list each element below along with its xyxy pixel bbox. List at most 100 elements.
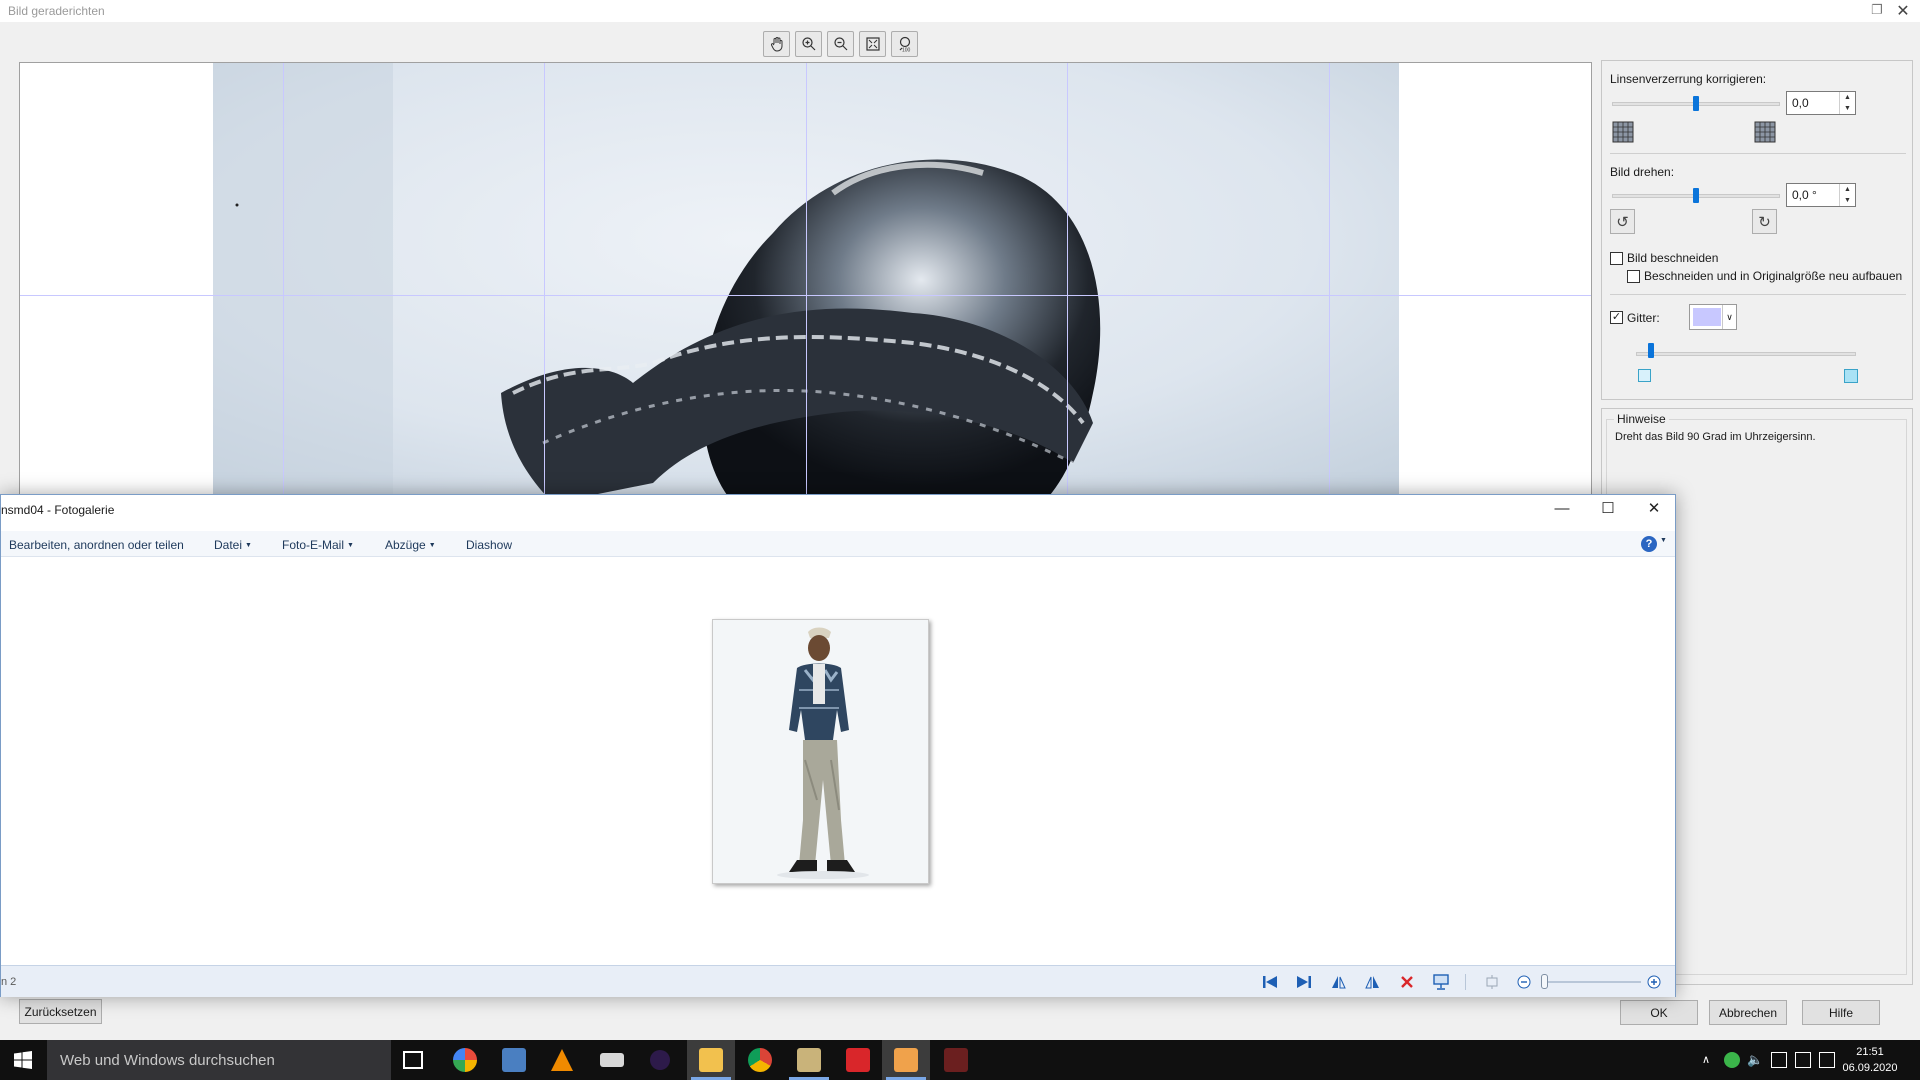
menu-photo-email[interactable]: Foto-E-Mail ▼ [282,538,354,552]
zoom-slider-thumb[interactable] [1541,974,1548,989]
zoom-out-button[interactable] [827,31,854,57]
grid-checkbox[interactable]: ✓ [1610,311,1623,324]
close-icon[interactable]: ✕ [1894,1,1912,20]
zoom-plus-icon [1647,975,1661,989]
menu-prints[interactable]: Abzüge ▼ [385,538,436,552]
photo-thumbnail [713,620,928,883]
menu-slideshow[interactable]: Diashow [466,538,512,552]
fit-icon [1486,975,1498,989]
photo-gallery-taskbar-icon[interactable] [797,1048,821,1072]
zoom-out-gallery-button[interactable] [1514,972,1534,992]
search-placeholder: Web und Windows durchsuchen [60,1052,275,1069]
grid-size-slider[interactable] [1636,352,1856,356]
grid-line [1067,63,1068,501]
barrel-distortion-icon[interactable] [1610,119,1635,144]
photos-app-icon[interactable] [453,1048,477,1072]
rotate-left-button[interactable]: ↺ [1610,209,1635,234]
volume-icon[interactable]: 🔈 [1747,1052,1763,1068]
gallery-title: nsmd04 - Fotogalerie [1,503,115,517]
minimize-icon[interactable]: — [1539,495,1585,525]
chrome-icon[interactable] [748,1048,772,1072]
scanner-icon[interactable] [600,1053,624,1067]
rotate-ccw-icon: ↺ [1616,213,1629,231]
rotate-right-gallery-button[interactable] [1363,972,1383,992]
pincushion-distortion-icon[interactable] [1752,119,1777,144]
security-shield-icon[interactable] [1724,1052,1740,1068]
crop-checkbox[interactable] [1610,252,1623,265]
crop-rebuild-label: Beschneiden und in Originalgröße neu auf… [1644,269,1903,283]
clock-date: 06.09.2020 [1842,1062,1898,1074]
reset-button[interactable]: Zurücksetzen [19,999,102,1024]
rotate-right-icon [1365,976,1379,989]
dropdown-arrow-icon: ▼ [428,542,436,550]
gallery-photo[interactable] [712,619,929,884]
zoom-in-button[interactable] [795,31,822,57]
maximize-icon[interactable]: ☐ [1585,495,1631,525]
zoom-out-icon [833,37,847,51]
tray-overflow-icon[interactable]: ∧ [1702,1053,1710,1066]
grid-line [283,63,284,501]
photo-gallery-window: nsmd04 - Fotogalerie — ☐ ✕ Bearbeiten, a… [0,494,1676,997]
clock[interactable]: 21:51 06.09.2020 [1835,1044,1905,1076]
taskbar: Web und Windows durchsuchen ∧ 🔈 21:51 06… [0,1040,1920,1080]
rotate-spinbox[interactable]: 0,0 ° ▲ ▼ [1786,183,1856,207]
actual-size-icon: 100 [899,36,910,52]
fit-window-icon [865,37,880,51]
slideshow-button[interactable] [1431,972,1451,992]
rotate-right-button[interactable]: ↻ [1752,209,1777,234]
keyboard-icon[interactable] [1795,1052,1811,1068]
menu-file-label: Datei [214,538,243,552]
image-viewer-icon[interactable] [502,1048,526,1072]
grid-line [806,63,807,501]
zoom-in-icon [801,37,815,51]
zoom-in-gallery-button[interactable] [1644,972,1664,992]
network-icon[interactable] [1771,1052,1787,1068]
crop-rebuild-checkbox[interactable] [1627,270,1640,283]
app-icon[interactable] [650,1050,670,1070]
actual-size-button[interactable]: 100 [891,31,918,57]
gallery-statusbar: n 2 [1,965,1675,997]
notifications-icon[interactable] [1819,1052,1835,1068]
cancel-button[interactable]: Abbrechen [1709,1000,1787,1025]
rotate-left-gallery-button[interactable] [1328,972,1348,992]
straighten-preview[interactable] [19,62,1592,502]
task-view-icon[interactable] [403,1051,423,1069]
grid-line [544,63,545,501]
straighten-title: Bild geraderichten [8,4,105,18]
lens-correction-spinbox[interactable]: 0,0 ▲ ▼ [1786,91,1856,115]
next-icon [1297,976,1311,988]
gallery-menubar: Bearbeiten, anordnen oder teilen Datei ▼ … [1,531,1675,557]
menu-file[interactable]: Datei ▼ [214,538,252,552]
spin-arrows-icon[interactable]: ▲ ▼ [1839,92,1855,114]
grid-size-slider-thumb[interactable] [1648,343,1655,358]
dropdown-arrow-icon: ▼ [245,542,252,550]
fit-to-window-button[interactable] [859,31,886,57]
close-icon[interactable]: ✕ [1631,495,1677,525]
recorder-icon[interactable] [846,1048,870,1072]
taskbar-search[interactable]: Web und Windows durchsuchen [47,1040,391,1080]
lens-correction-slider-thumb[interactable] [1693,96,1699,111]
straighten-app-taskbar-icon[interactable] [894,1048,918,1072]
pan-tool-button[interactable] [763,31,790,57]
previous-button[interactable] [1260,972,1280,992]
dropdown-arrow-icon[interactable]: ▼ [1660,537,1667,544]
fit-button[interactable] [1482,972,1502,992]
next-button[interactable] [1294,972,1314,992]
restore-icon[interactable]: ❐ [1868,2,1886,20]
app-icon[interactable] [944,1048,968,1072]
rotate-slider-thumb[interactable] [1693,188,1699,203]
help-button[interactable]: Hilfe [1802,1000,1880,1025]
help-icon[interactable]: ? [1641,536,1657,552]
clock-time: 21:51 [1856,1046,1884,1058]
vlc-icon[interactable] [551,1049,573,1071]
menu-edit[interactable]: Bearbeiten, anordnen oder teilen [9,538,184,552]
grid-color-dropdown[interactable]: ∨ [1689,304,1737,330]
status-text: n 2 [1,976,17,988]
start-button[interactable] [0,1040,46,1080]
file-explorer-icon[interactable] [699,1048,723,1072]
crop-label: Bild beschneiden [1627,251,1719,265]
ok-button[interactable]: OK [1620,1000,1698,1025]
delete-button[interactable] [1397,972,1417,992]
spin-arrows-icon[interactable]: ▲ ▼ [1839,184,1855,206]
zoom-slider[interactable] [1541,981,1641,983]
